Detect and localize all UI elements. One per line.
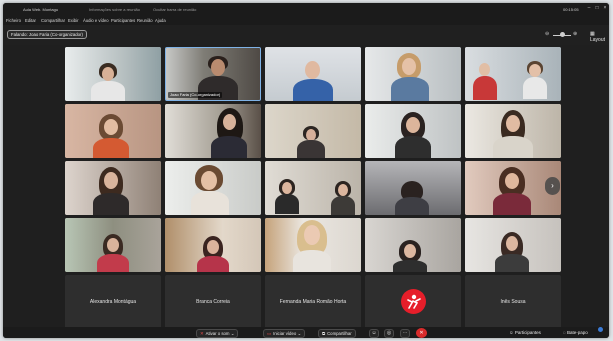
hide-bar-link[interactable]: Ocultar barra de reunião — [153, 7, 196, 12]
video-grid: Joao Faria (Co-organizador) Alexandra Mo… — [65, 47, 561, 329]
video-tile[interactable] — [165, 218, 261, 272]
video-tile[interactable] — [465, 47, 561, 101]
zoom-slider-knob[interactable] — [560, 32, 565, 37]
zoom-out-icon[interactable]: ⊖ — [545, 31, 549, 37]
menu-file[interactable]: Ficheiro — [6, 18, 21, 23]
active-speaker-indicator: Falando: Joao Faria (Co-organizador) — [7, 30, 87, 39]
chevron-down-icon[interactable]: ⌄ — [231, 331, 235, 336]
video-tile[interactable] — [365, 218, 461, 272]
maximize-icon[interactable]: □ — [594, 6, 600, 11]
start-video-label: Iniciar vídeo — [273, 331, 297, 336]
layout-button[interactable]: ▦ Layout — [590, 31, 609, 43]
camera-off-icon: ▭ — [267, 331, 272, 336]
menu-participants[interactable]: Participantes — [111, 18, 135, 23]
zoom-slider[interactable]: ⊖ ⊕ — [543, 31, 583, 39]
smile-icon: ☺ — [371, 330, 377, 336]
close-icon[interactable]: × — [602, 6, 608, 11]
people-icon: ☺ — [509, 330, 514, 335]
reactions-button[interactable]: ☺ — [369, 329, 379, 338]
video-tile[interactable] — [265, 104, 361, 158]
participant-name: Branca Correia — [196, 299, 230, 305]
menu-view[interactable]: Exibir — [68, 18, 78, 23]
next-page-arrow-icon[interactable]: › — [545, 177, 560, 195]
video-tile[interactable] — [65, 161, 161, 215]
meeting-clock: 00:15:05 — [563, 7, 579, 12]
participant-name: Fernanda Maria Romão Horta — [279, 299, 347, 305]
chat-button[interactable]: ◌ Bate-papo — [563, 330, 588, 335]
video-tile-off[interactable] — [365, 275, 461, 329]
participants-label: Participantes — [514, 330, 541, 335]
menu-bar: Ficheiro Editar Compartilhar Exibir Áudi… — [3, 15, 609, 25]
menu-share[interactable]: Compartilhar — [41, 18, 65, 23]
meeting-toolbar: Falando: Joao Faria (Co-organizador) ⊖ ⊕… — [3, 25, 609, 45]
title-bar: Aula Web. Montagu Informações sobre a re… — [3, 3, 609, 15]
video-tile-off[interactable]: Alexandra Montágua — [65, 275, 161, 329]
share-label: Compartilhar — [327, 331, 352, 336]
participants-button[interactable]: ☺ Participantes — [509, 330, 541, 335]
video-tile[interactable] — [165, 161, 261, 215]
video-tile[interactable] — [465, 218, 561, 272]
participant-name: Inês Sousa — [500, 299, 526, 305]
microphone-muted-icon: ✕ — [200, 331, 204, 336]
chevron-down-icon[interactable]: ⌄ — [297, 331, 301, 336]
more-options-button[interactable]: ⋯ — [400, 329, 410, 338]
video-tile-off[interactable]: Fernanda Maria Romão Horta — [265, 275, 361, 329]
menu-edit[interactable]: Editar — [25, 18, 36, 23]
chat-bubble-icon: ◌ — [563, 330, 566, 335]
video-tile[interactable] — [65, 104, 161, 158]
app-title: Aula Web. Montagu — [23, 7, 59, 12]
captions-icon: ◎ — [386, 330, 392, 336]
video-tile-active-speaker[interactable]: Joao Faria (Co-organizador) — [165, 47, 261, 101]
logo-icon — [407, 294, 421, 309]
participant-name: Joao Faria (Co-organizador) — [168, 92, 223, 98]
menu-audio-video[interactable]: Áudio e vídeo — [83, 18, 109, 23]
chat-label: Bate-papo — [566, 330, 588, 335]
video-tile[interactable] — [165, 104, 261, 158]
video-tile-off[interactable]: Inês Sousa — [465, 275, 561, 329]
video-tile[interactable] — [65, 47, 161, 101]
video-tile[interactable] — [265, 47, 361, 101]
video-tile[interactable] — [265, 218, 361, 272]
start-video-button[interactable]: ▭ Iniciar vídeo ⌄ — [263, 329, 306, 338]
menu-help[interactable]: Ajuda — [155, 18, 166, 23]
video-tile[interactable] — [65, 218, 161, 272]
zoom-in-icon[interactable]: ⊕ — [573, 31, 577, 37]
minimize-icon[interactable]: – — [586, 6, 592, 11]
unmute-label: Ativar o som — [205, 331, 230, 336]
leave-meeting-button[interactable]: ✕ — [416, 328, 427, 338]
video-tile[interactable] — [365, 104, 461, 158]
meeting-info-link[interactable]: Informações sobre a reunião — [89, 7, 140, 12]
video-tile[interactable] — [365, 161, 461, 215]
participant-avatar — [401, 289, 426, 314]
video-tile-off[interactable]: Branca Correia — [165, 275, 261, 329]
share-button[interactable]: ⧉ Compartilhar — [318, 329, 356, 338]
participant-name: Alexandra Montágua — [89, 299, 137, 305]
meeting-window: Aula Web. Montagu Informações sobre a re… — [3, 3, 609, 338]
share-screen-icon: ⧉ — [322, 331, 326, 336]
chat-notification-badge — [598, 327, 603, 332]
captions-button[interactable]: ◎ — [384, 329, 394, 338]
meeting-controls-bar: ✕ Ativar o som ⌄ ▭ Iniciar vídeo ⌄ ⧉ Compar… — [3, 327, 609, 338]
video-tile[interactable] — [365, 47, 461, 101]
menu-meeting[interactable]: Reunião — [137, 18, 153, 23]
close-icon: ✕ — [419, 330, 424, 336]
video-tile[interactable] — [465, 104, 561, 158]
more-icon: ⋯ — [402, 330, 408, 336]
layout-label: Layout — [590, 37, 606, 43]
unmute-button[interactable]: ✕ Ativar o som ⌄ — [196, 329, 239, 338]
video-tile[interactable] — [265, 161, 361, 215]
